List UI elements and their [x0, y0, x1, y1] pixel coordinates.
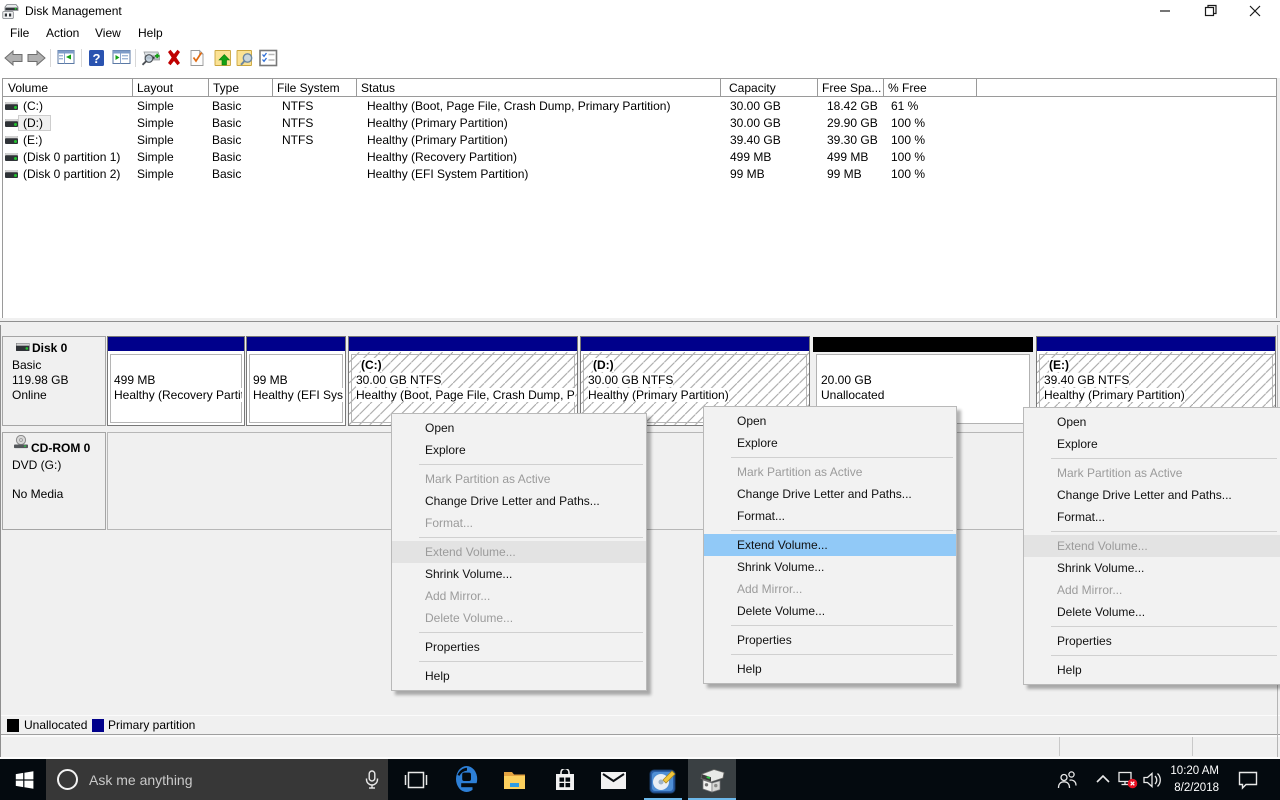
- svg-text:?: ?: [93, 51, 101, 66]
